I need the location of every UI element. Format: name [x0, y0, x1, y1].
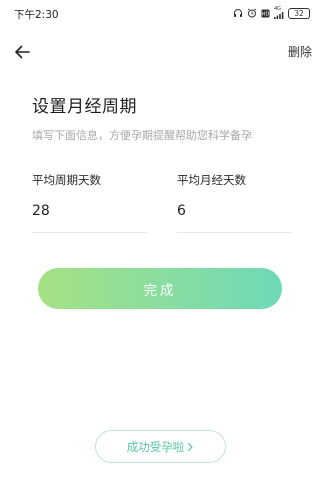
chevron-right-icon	[188, 442, 193, 451]
headphones-icon	[233, 8, 243, 18]
svg-text:HD: HD	[262, 11, 270, 17]
alarm-icon	[247, 8, 257, 18]
period-days-label: 平均月经天数	[177, 173, 246, 187]
page-title: 设置月经周期	[32, 97, 137, 117]
status-icons: HD 4G 32	[233, 6, 310, 20]
back-button[interactable]	[10, 40, 34, 64]
arrow-left-icon	[15, 45, 30, 59]
delete-button[interactable]: 删除	[288, 43, 312, 60]
status-bar: 下午2:30 HD 4G 32	[0, 0, 320, 26]
cycle-days-label: 平均周期天数	[32, 173, 101, 187]
page-subtitle: 填写下面信息，方便孕期提醒帮助您科学备孕	[32, 129, 252, 142]
period-days-input[interactable]: 6	[177, 203, 292, 233]
screen: 下午2:30 HD 4G 32 删除 设置月经周期 填写下面信息，方便孕期提醒帮…	[0, 0, 320, 479]
battery-icon: 32	[288, 7, 310, 19]
cycle-days-field: 平均周期天数 28	[32, 172, 147, 233]
pregnancy-success-label: 成功受孕啦	[126, 439, 185, 454]
cycle-days-input[interactable]: 28	[32, 203, 147, 233]
pregnancy-success-button[interactable]: 成功受孕啦	[95, 430, 226, 463]
done-button[interactable]: 完成	[38, 268, 282, 309]
status-time: 下午2:30	[14, 9, 59, 21]
signal-icon: 4G	[274, 7, 284, 19]
period-days-field: 平均月经天数 6	[177, 172, 292, 233]
hd-icon: HD	[261, 9, 270, 18]
